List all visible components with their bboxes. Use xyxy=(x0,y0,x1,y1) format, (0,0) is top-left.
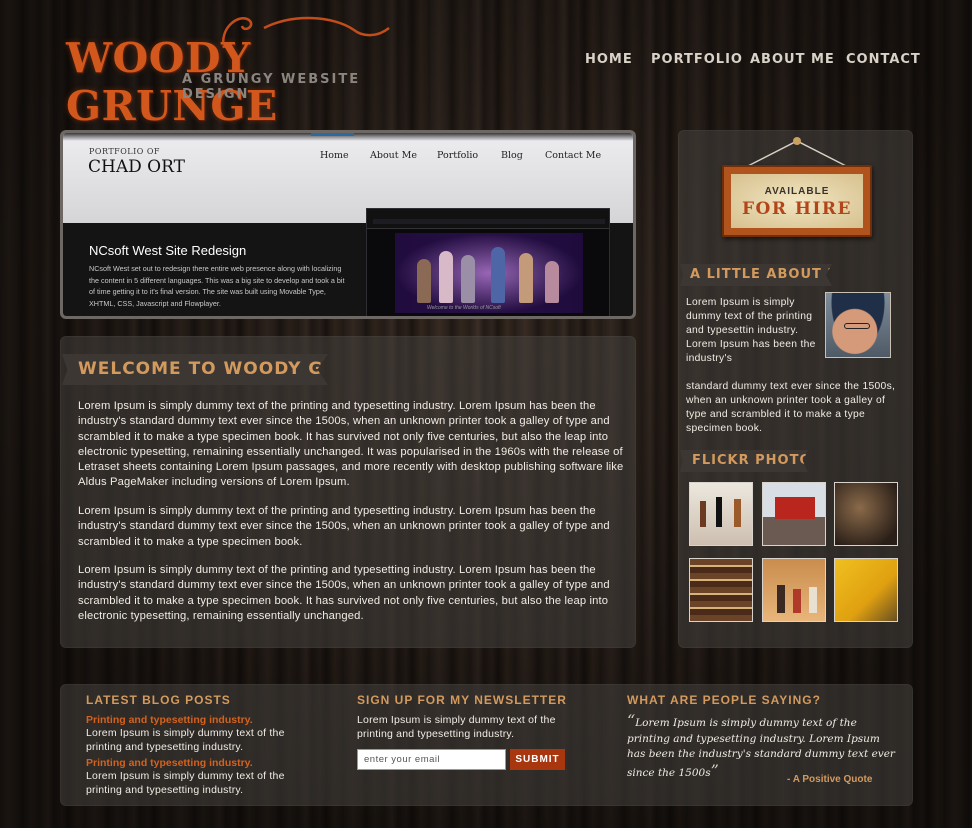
project-screenshot[interactable]: Welcome to the Worlds of NCsoft xyxy=(366,208,610,316)
close-quote-icon: ” xyxy=(710,760,719,780)
newsletter-heading: SIGN UP FOR MY NEWSLETTER xyxy=(357,693,567,707)
testimonial-text: Lorem Ipsum is simply dummy text of the … xyxy=(627,717,895,779)
blog-post-excerpt: Lorem Ipsum is simply dummy text of the … xyxy=(86,770,285,796)
screenshot-caption: Welcome to the Worlds of NCsoft xyxy=(427,305,501,311)
showcase-portfolio-of: PORTFOLIO OF xyxy=(89,147,160,156)
project-title[interactable]: NCsoft West Site Redesign xyxy=(89,243,246,258)
sign-for-hire: FOR HIRE xyxy=(741,199,853,219)
showcase-nav-home[interactable]: Home xyxy=(320,150,349,161)
newsletter-text: Lorem Ipsum is simply dummy text of the … xyxy=(357,714,556,740)
flickr-photo-figures[interactable] xyxy=(762,558,826,622)
showcase-nav-contact-me[interactable]: Contact Me xyxy=(545,150,601,161)
blog-post-link[interactable]: Printing and typesetting industry. xyxy=(86,714,253,726)
blog-post-excerpt: Lorem Ipsum is simply dummy text of the … xyxy=(86,727,285,753)
nav-about-me[interactable]: ABOUT ME xyxy=(750,52,835,67)
blog-post-link[interactable]: Printing and typesetting industry. xyxy=(86,757,253,769)
portfolio-showcase[interactable]: PORTFOLIO OF CHAD ORT Home About Me Port… xyxy=(60,130,636,319)
showcase-nav-about-me[interactable]: About Me xyxy=(370,150,417,161)
showcase-active-indicator xyxy=(311,133,354,136)
welcome-paragraph: Lorem Ipsum is simply dummy text of the … xyxy=(78,505,610,548)
testimonial-quote: “Lorem Ipsum is simply dummy text of the… xyxy=(627,713,899,781)
footer: LATEST BLOG POSTS Printing and typesetti… xyxy=(60,684,913,806)
project-artwork xyxy=(395,233,583,313)
blog-heading: LATEST BLOG POSTS xyxy=(86,693,231,707)
flickr-heading: FLICKR PHOTOS xyxy=(680,450,808,472)
flickr-photo-market[interactable] xyxy=(762,482,826,546)
welcome-paragraph: Lorem Ipsum is simply dummy text of the … xyxy=(78,400,624,489)
logo-subtitle: A GRUNGY WEBSITE DESIGN xyxy=(182,72,361,102)
nav-contact[interactable]: CONTACT xyxy=(846,52,921,67)
about-text-continued: standard dummy text ever since the 1500s… xyxy=(686,381,896,434)
testimonial-heading: WHAT ARE PEOPLE SAYING? xyxy=(627,693,821,707)
testimonial-author: - A Positive Quote xyxy=(787,774,873,785)
flickr-photo-shelves[interactable] xyxy=(689,558,753,622)
project-description: NCsoft West set out to redesign there en… xyxy=(89,264,345,308)
about-text: Lorem Ipsum is simply dummy text of the … xyxy=(686,297,816,364)
welcome-panel: WELCOME TO WOODY GRUNGE Lorem Ipsum is s… xyxy=(60,336,636,648)
email-field[interactable] xyxy=(357,749,506,770)
flickr-photo-guitars[interactable] xyxy=(689,482,753,546)
showcase-nav-blog[interactable]: Blog xyxy=(501,150,523,161)
open-quote-icon: “ xyxy=(627,711,636,730)
nav-home[interactable]: HOME xyxy=(585,52,633,67)
showcase-owner-name: CHAD ORT xyxy=(88,157,185,177)
welcome-paragraph: Lorem Ipsum is simply dummy text of the … xyxy=(78,564,610,622)
submit-button[interactable]: SUBMIT xyxy=(510,749,565,770)
site-logo[interactable]: WOODY GRUNGE A GRUNGY WEBSITE DESIGN xyxy=(64,8,409,130)
avatar xyxy=(825,292,891,358)
welcome-heading: WELCOME TO WOODY GRUNGE xyxy=(62,354,328,385)
about-heading: A LITTLE ABOUT ME xyxy=(680,264,832,286)
showcase-nav-portfolio[interactable]: Portfolio xyxy=(437,150,478,161)
sidebar: AVAILABLE FOR HIRE A LITTLE ABOUT ME Lor… xyxy=(678,130,913,648)
flickr-photo-wall[interactable] xyxy=(834,482,898,546)
sign-available: AVAILABLE xyxy=(764,186,830,197)
flickr-photo-yellow[interactable] xyxy=(834,558,898,622)
nav-portfolio[interactable]: PORTFOLIO xyxy=(651,52,743,67)
